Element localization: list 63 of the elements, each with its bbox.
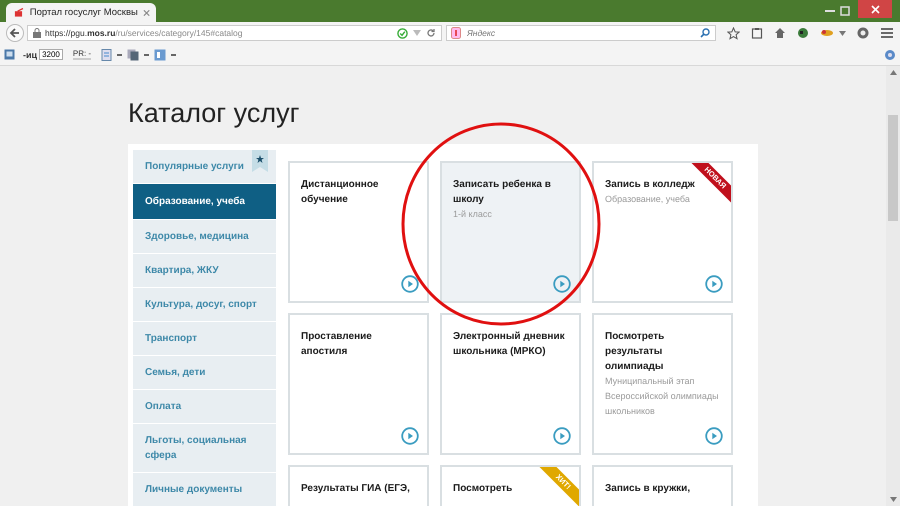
scrollbar[interactable] (886, 66, 900, 506)
clipboard-icon[interactable] (751, 27, 763, 39)
service-card[interactable]: Электронный дневник школьника (МРКО) (440, 313, 581, 455)
maximize-icon[interactable] (840, 6, 850, 16)
lock-icon (33, 28, 41, 38)
service-card[interactable]: Записать ребенка в школу 1-й класс (440, 161, 581, 303)
site-icon (14, 6, 25, 18)
extension-icon[interactable] (820, 28, 834, 38)
play-icon[interactable] (553, 427, 571, 445)
back-button[interactable] (6, 24, 24, 42)
category-item[interactable]: Образование, учеба (133, 184, 276, 220)
service-card[interactable]: Запись в кружки, (592, 465, 733, 506)
home-icon[interactable] (774, 27, 786, 39)
scrollbar-thumb[interactable] (888, 115, 898, 221)
card-subtitle: Образование, учеба (605, 193, 691, 206)
url-text: https://pgu.mos.ru/ru/services/category/145#catalog (45, 28, 243, 38)
panel-icon[interactable] (4, 49, 15, 60)
dash-icon (171, 54, 176, 56)
dash-icon (144, 54, 150, 56)
dash-icon (117, 54, 122, 56)
service-card[interactable]: Посмотреть результаты олимпиады Муниципальный этап Всероссийской олимпиады школьников (592, 313, 733, 455)
service-card[interactable]: Проставление апостиля (288, 313, 429, 455)
scroll-up-icon[interactable] (890, 70, 896, 75)
yandex-label: -иц (23, 50, 38, 60)
back-arrow-icon (9, 27, 21, 39)
service-card[interactable]: Результаты ГИА (ЕГЭ, (288, 465, 429, 506)
play-icon[interactable] (705, 275, 723, 293)
address-field[interactable]: https://pgu.mos.ru/ru/services/category/145#catalog (27, 25, 442, 41)
close-icon[interactable] (142, 8, 150, 16)
play-icon[interactable] (705, 427, 723, 445)
menu-icon[interactable] (880, 27, 894, 39)
card-subtitle: 1-й класс (453, 208, 493, 221)
card-title: Проставление апостиля (301, 330, 373, 359)
dropdown-icon[interactable] (839, 30, 846, 36)
card-title: Дистанционное обучение (301, 178, 380, 207)
browser-tab[interactable]: Портал госуслуг Москвы (6, 3, 156, 22)
close-icon (870, 4, 880, 14)
play-icon[interactable] (401, 427, 419, 445)
play-icon[interactable] (553, 275, 571, 293)
search-icon[interactable] (700, 28, 710, 38)
card-title: Электронный дневник школьника (МРКО) (453, 330, 566, 359)
card-title: Записать ребенка в школу (453, 178, 552, 207)
settings-icon[interactable] (884, 48, 896, 60)
service-card[interactable]: Дистанционное обучение (288, 161, 429, 303)
page-title: Каталог услуг (128, 97, 300, 130)
card-title: Запись в кружки, (605, 482, 692, 496)
star-icon[interactable] (727, 26, 740, 40)
scroll-down-icon[interactable] (890, 497, 896, 502)
window-close-button[interactable] (858, 0, 892, 18)
document-icon[interactable] (101, 48, 112, 60)
search-engine-icon (451, 27, 461, 39)
card-subtitle: Муниципальный этап Всероссийской олимпиады школьников (605, 375, 720, 418)
reload-icon[interactable] (426, 28, 436, 38)
minimize-icon[interactable] (825, 9, 835, 13)
play-icon[interactable] (401, 275, 419, 293)
check-circle-icon (397, 28, 408, 38)
tic-counter: 3200 (39, 49, 63, 60)
window-icon[interactable] (154, 48, 166, 60)
star-bookmark-icon[interactable] (252, 150, 268, 172)
pages-icon[interactable] (127, 48, 140, 60)
card-title: Результаты ГИА (ЕГЭ, (301, 482, 411, 496)
pagerank-label: PR: - (72, 49, 92, 60)
card-title: Посмотреть результаты олимпиады (605, 330, 666, 374)
